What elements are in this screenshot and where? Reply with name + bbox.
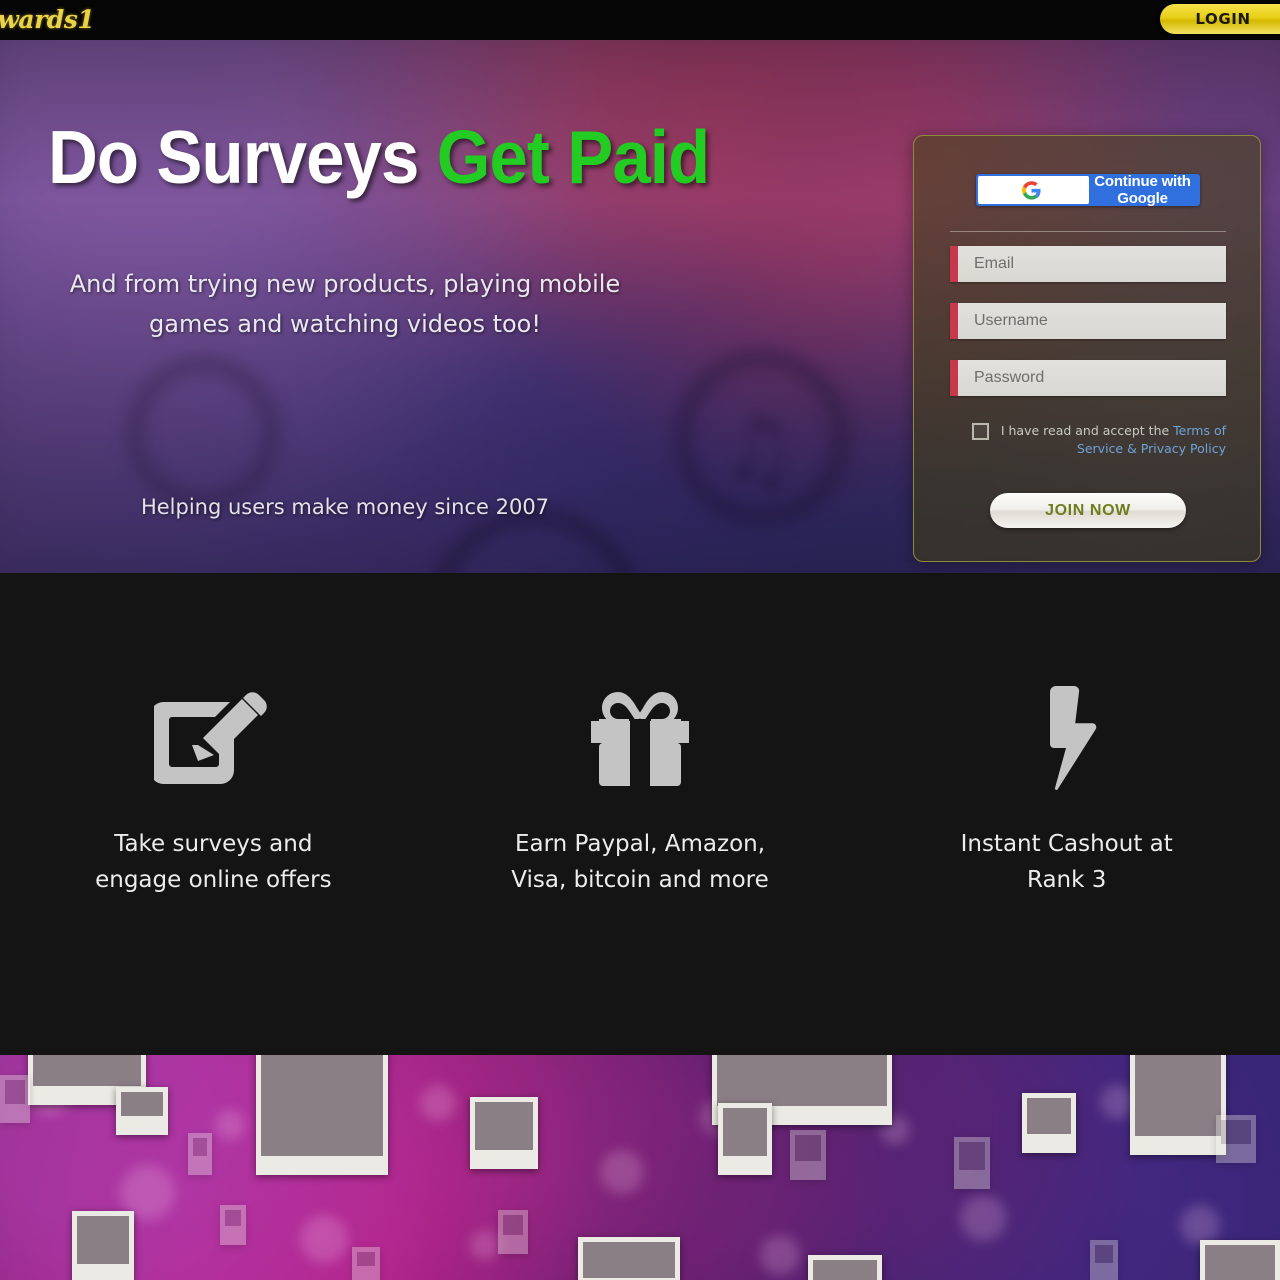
terms-acceptance-row: I have read and accept the Terms of Serv…	[972, 422, 1226, 458]
signup-panel: Continue with Google Email Username Pass…	[913, 135, 1261, 562]
feature-caption-line2: engage online offers	[95, 866, 332, 893]
collage-photo	[718, 1103, 772, 1175]
hero-since-text: Helping users make money since 2007	[140, 495, 550, 519]
gift-box-icon	[427, 673, 854, 803]
collage-photo	[220, 1205, 246, 1245]
continue-with-google-button[interactable]: Continue with Google	[976, 173, 1200, 207]
collage-photo	[578, 1237, 680, 1280]
collage-photo	[954, 1137, 990, 1189]
login-button[interactable]: LOGIN	[1160, 4, 1280, 34]
feature-caption-line2: Rank 3	[1026, 866, 1107, 893]
username-placeholder: Username	[974, 312, 1048, 329]
signup-divider	[950, 231, 1226, 232]
collage-photo	[256, 1055, 388, 1175]
collage-photo	[116, 1087, 168, 1135]
feature-item-rewards: Earn Paypal, Amazon, Visa, bitcoin and m…	[427, 673, 854, 898]
email-placeholder: Email	[974, 255, 1015, 272]
feature-caption-surveys: Take surveys and engage online offers	[0, 827, 427, 898]
feature-caption-line1: Earn Paypal, Amazon,	[514, 831, 766, 857]
collage-photo	[352, 1247, 380, 1280]
features-section: Take surveys and engage online offers Ea…	[0, 573, 1280, 1055]
feature-caption-line2: Visa, bitcoin and more	[511, 866, 769, 893]
feature-caption-line1: Instant Cashout at	[960, 831, 1173, 857]
headline-white-part: Do Surveys	[48, 115, 419, 199]
collage-photo	[1022, 1093, 1076, 1153]
username-field[interactable]: Username	[950, 303, 1226, 339]
hero-section: ♫ Do Surveys Get Paid And from trying ne…	[0, 40, 1280, 573]
feature-caption-line1: Take surveys and	[114, 831, 313, 857]
collage-photo	[808, 1255, 882, 1280]
top-navigation-bar: ewards1 LOGIN	[0, 0, 1280, 40]
page-title: Do Surveys Get Paid	[48, 120, 710, 195]
collage-photo	[790, 1130, 826, 1180]
photo-collage-footer	[0, 1055, 1280, 1280]
password-field[interactable]: Password	[950, 360, 1226, 396]
collage-photo	[0, 1075, 30, 1123]
collage-photo	[1216, 1115, 1256, 1163]
feature-item-surveys: Take surveys and engage online offers	[0, 673, 427, 898]
feature-caption-cashout: Instant Cashout at Rank 3	[853, 827, 1280, 898]
password-placeholder: Password	[974, 369, 1045, 386]
collage-photo	[188, 1133, 212, 1175]
collage-photo	[1130, 1055, 1226, 1155]
headline-green-part: Get Paid	[436, 115, 710, 199]
lightning-bolt-icon	[853, 673, 1280, 803]
join-now-button[interactable]: JOIN NOW	[990, 493, 1186, 528]
terms-prefix-text: I have read and accept the	[1000, 423, 1174, 438]
google-button-label: Continue with Google	[1094, 173, 1191, 207]
feature-caption-rewards: Earn Paypal, Amazon, Visa, bitcoin and m…	[427, 827, 854, 898]
collage-photo	[1200, 1240, 1280, 1280]
terms-checkbox[interactable]	[972, 423, 989, 440]
edit-pencil-square-icon	[0, 673, 427, 803]
hero-subheadline: And from trying new products, playing mo…	[69, 270, 621, 338]
collage-photo	[498, 1210, 528, 1254]
collage-photo	[72, 1211, 134, 1280]
feature-item-cashout: Instant Cashout at Rank 3	[853, 673, 1280, 898]
site-logo[interactable]: ewards1	[0, 5, 95, 34]
google-g-icon	[978, 176, 1089, 204]
collage-photo	[1090, 1240, 1118, 1280]
collage-photo	[470, 1097, 538, 1169]
email-field[interactable]: Email	[950, 246, 1226, 282]
